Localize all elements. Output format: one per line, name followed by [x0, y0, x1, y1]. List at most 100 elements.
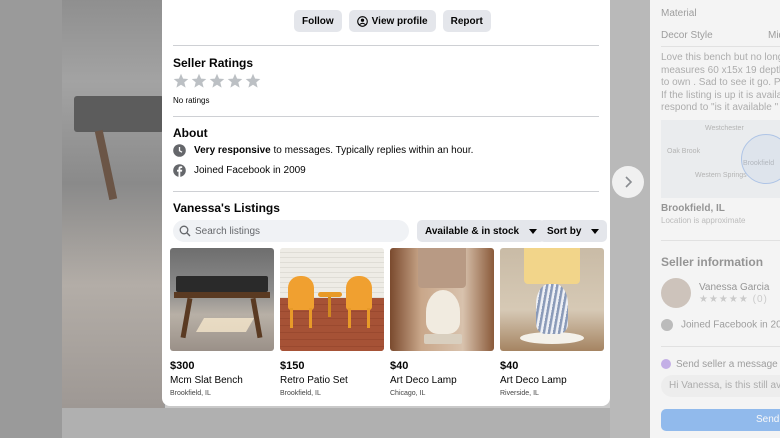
joined-text: Joined Facebook in 2009: [194, 165, 306, 176]
user-circle-icon: [356, 15, 368, 27]
facebook-icon: [173, 164, 186, 177]
listing-price: $150: [280, 360, 305, 372]
joined-row: Joined Facebook in 2009: [173, 164, 306, 177]
listing-price: $40: [390, 360, 409, 372]
material-label: Material: [661, 8, 697, 19]
seller-information-heading: Seller information: [661, 255, 764, 269]
listing-card[interactable]: $150 Retro Patio Set Brookfield, IL: [280, 248, 384, 397]
description-line: to own . Sad to see it go. Pr: [661, 77, 780, 88]
listing-title: Art Deco Lamp: [390, 375, 457, 386]
response-time-row: Very responsive to messages. Typically r…: [173, 144, 473, 157]
listing-thumbnail[interactable]: [390, 248, 494, 351]
listing-location: Brookfield, IL: [170, 390, 211, 397]
description-line: If the listing is up it is availa: [661, 89, 780, 101]
divider: [661, 46, 780, 47]
listing-location: Brookfield, IL: [280, 390, 321, 397]
listing-details-panel: Material Decor Style Mid Love this bench…: [650, 0, 780, 438]
sunlight-shape: [195, 318, 255, 332]
seller-joined: Joined Facebook in 20: [661, 319, 780, 331]
seller-avatar[interactable]: [661, 278, 691, 308]
thumbnail-strip-background: [62, 408, 610, 438]
send-button[interactable]: Send: [661, 409, 780, 431]
seller-rating-stars: ★★★★★ (0): [699, 294, 768, 305]
sort-by-dropdown[interactable]: Sort by: [539, 220, 608, 242]
profile-actions: Follow View profile Report: [294, 10, 491, 32]
listing-title: Mcm Slat Bench: [170, 375, 243, 386]
lamp-body-shape: [426, 290, 460, 334]
listing-title: Retro Patio Set: [280, 375, 348, 386]
listings-heading: Vanessa's Listings: [173, 201, 280, 215]
response-time-text: to messages. Typically replies within an…: [273, 145, 474, 156]
listing-location: Chicago, IL: [390, 390, 426, 397]
star-icon: [209, 73, 225, 88]
decor-style-label: Decor Style: [661, 30, 713, 41]
chair-shape: [346, 276, 372, 310]
messenger-icon: [661, 359, 671, 370]
listing-description: Love this bench but no long measures 60 …: [661, 52, 780, 115]
seller-ratings-heading: Seller Ratings: [173, 56, 254, 70]
bench-seat-shape: [176, 276, 268, 292]
send-message-heading-text: Send seller a message: [676, 359, 778, 370]
lamp-base-shape: [424, 334, 462, 344]
listing-location: Brookfield, IL: [661, 203, 725, 214]
report-button[interactable]: Report: [442, 10, 491, 32]
lamp-body-shape: [536, 284, 568, 334]
availability-filter-dropdown[interactable]: Available & in stock: [417, 220, 546, 242]
chair-legs-shape: [348, 308, 370, 328]
seller-rating-count: (0): [752, 294, 768, 305]
search-listings-input[interactable]: Search listings: [173, 220, 409, 242]
bench-leg-shape: [180, 297, 193, 339]
product-photo-background: [62, 0, 164, 408]
lamp-shade-shape: [524, 248, 580, 284]
rating-count-text: No ratings: [173, 96, 210, 105]
map-label: Westchester: [705, 125, 744, 132]
location-map[interactable]: Westchester Oak Brook Brookfield Western…: [661, 120, 780, 198]
background-overlay-right: [610, 0, 650, 438]
seller-name-link[interactable]: Vanessa Garcia: [699, 282, 769, 293]
listing-thumbnail[interactable]: [170, 248, 274, 351]
send-message-heading: Send seller a message: [661, 359, 778, 370]
star-icon: [173, 73, 189, 88]
facebook-icon: [661, 319, 673, 331]
response-time-bold: Very responsive: [194, 145, 271, 156]
map-label: Western Springs: [695, 172, 747, 179]
report-button-label: Report: [450, 15, 483, 27]
listing-price: $40: [500, 360, 519, 372]
next-photo-button[interactable]: [612, 166, 644, 198]
clock-icon: [173, 144, 186, 157]
divider: [661, 240, 780, 241]
lamp-shade-shape: [418, 248, 466, 288]
map-label: Oak Brook: [667, 148, 701, 155]
listing-thumbnail[interactable]: [280, 248, 384, 351]
listing-card[interactable]: $40 Art Deco Lamp Riverside, IL: [500, 248, 604, 397]
star-icon: [227, 73, 243, 88]
chevron-right-icon: [625, 176, 633, 188]
listing-thumbnail[interactable]: [500, 248, 604, 351]
view-profile-button[interactable]: View profile: [348, 10, 436, 32]
divider: [173, 116, 599, 117]
table-leg-shape: [328, 297, 331, 317]
divider: [173, 45, 599, 46]
listings-grid: $300 Mcm Slat Bench Brookfield, IL $150 …: [170, 248, 604, 397]
follow-button[interactable]: Follow: [294, 10, 342, 32]
star-icon: [245, 73, 261, 88]
star-icon: [191, 73, 207, 88]
listing-card[interactable]: $40 Art Deco Lamp Chicago, IL: [390, 248, 494, 397]
listing-title: Art Deco Lamp: [500, 375, 567, 386]
message-input[interactable]: Hi Vanessa, is this still av: [661, 375, 780, 397]
listing-card[interactable]: $300 Mcm Slat Bench Brookfield, IL: [170, 248, 274, 397]
seller-joined-text: Joined Facebook in 20: [681, 319, 780, 331]
caret-down-icon: [529, 228, 538, 234]
seller-profile-modal: Follow View profile Report Seller Rating…: [162, 0, 610, 406]
search-icon: [179, 225, 191, 237]
decor-style-value: Mid: [768, 30, 780, 41]
search-placeholder: Search listings: [195, 225, 261, 237]
description-line: measures 60 x15x 19 depth: [661, 64, 780, 76]
bench-leg-shape: [94, 129, 118, 201]
divider: [173, 191, 599, 192]
chair-shape: [288, 276, 314, 310]
divider: [661, 346, 780, 347]
caret-down-icon: [591, 228, 600, 234]
listing-location: Riverside, IL: [500, 390, 539, 397]
seller-rating-stars: [173, 73, 261, 89]
